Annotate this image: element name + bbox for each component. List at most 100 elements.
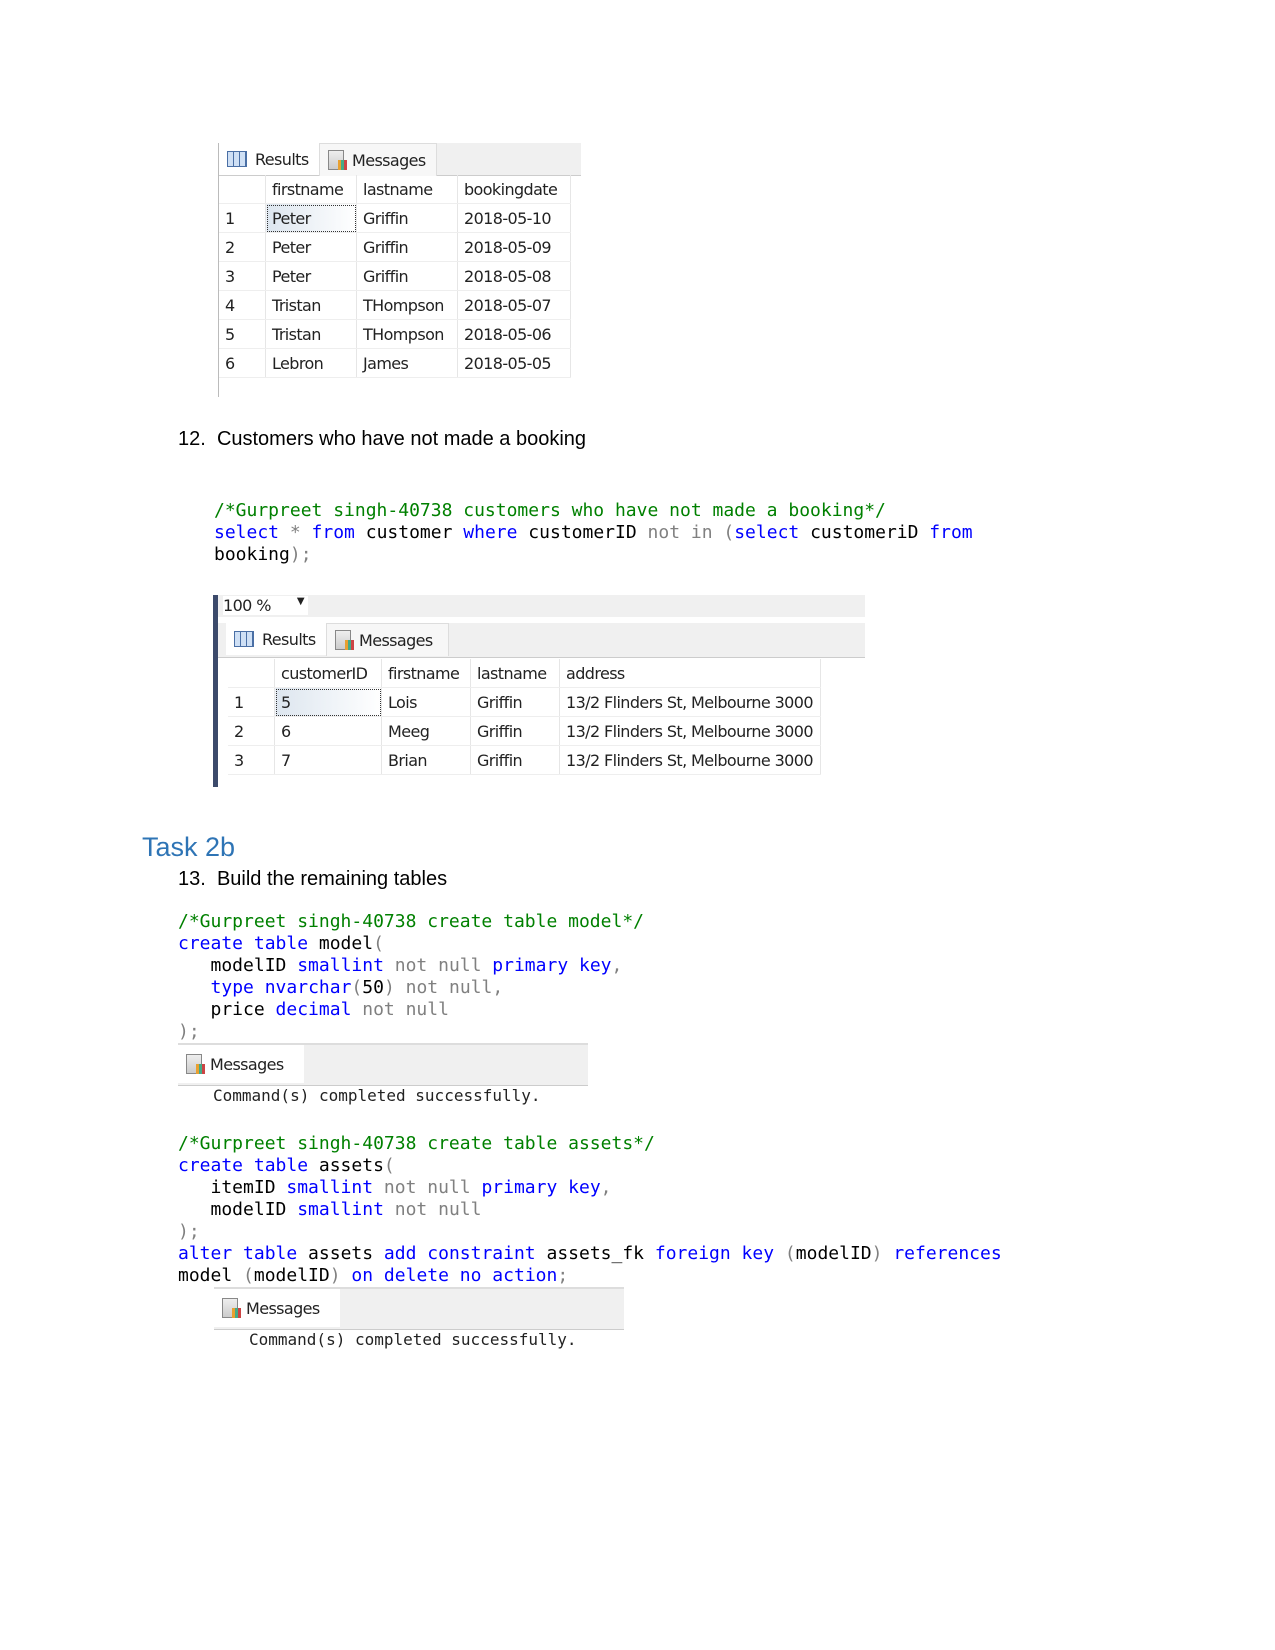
messages-panel: Messages (178, 1043, 588, 1086)
grid-cell[interactable]: Tristan (265, 319, 357, 349)
grid-cell[interactable]: James (356, 348, 458, 378)
table-row: 6 Lebron James 2018-05-05 (219, 348, 571, 378)
grid-cell[interactable]: 2018-05-05 (457, 348, 571, 378)
row-number: 1 (219, 203, 266, 233)
code-line: modelID smallint not null (178, 1199, 1002, 1221)
grid-cell[interactable]: 2018-05-06 (457, 319, 571, 349)
tab-results[interactable]: Results (226, 623, 334, 655)
grid-cell[interactable]: Lois (381, 687, 471, 717)
grid-cell[interactable]: THompson (356, 290, 458, 320)
tab-messages[interactable]: Messages (319, 143, 437, 176)
code-token: ( (383, 1155, 395, 1176)
grid-cell[interactable]: 2018-05-07 (457, 290, 571, 320)
row-number: 4 (219, 290, 266, 320)
grid-cell[interactable]: Griffin (470, 716, 560, 746)
code-token: itemID (178, 1177, 287, 1198)
code-token: select (734, 522, 800, 543)
table-row: 3 7 Brian Griffin 13/2 Flinders St, Melbourn… (228, 745, 821, 775)
grid-cell[interactable]: THompson (356, 319, 458, 349)
code-line: booking); (214, 544, 973, 566)
code-line: alter table assets add constraint assets… (178, 1243, 1002, 1265)
grid-cell[interactable]: 6 (274, 716, 382, 746)
grid-cell[interactable]: Griffin (470, 687, 560, 717)
grid-cell[interactable]: Tristan (265, 290, 357, 320)
row-number: 1 (228, 687, 275, 717)
grid-cell[interactable]: 7 (274, 745, 382, 775)
tab-label: Results (262, 629, 316, 649)
row-number: 6 (219, 348, 266, 378)
code-line: itemID smallint not null primary key, (178, 1177, 1002, 1199)
grid-cell[interactable]: Griffin (356, 203, 458, 233)
code-token: ); (178, 1221, 200, 1242)
code-token: ) (329, 1265, 341, 1286)
messages-output: Command(s) completed successfully. (249, 1330, 577, 1349)
grid-cell[interactable]: Peter (265, 203, 357, 233)
code-token: smallint (297, 1199, 384, 1220)
grid-cell[interactable]: Lebron (265, 348, 357, 378)
grid-cell[interactable]: Brian (381, 745, 471, 775)
code-token: ( (774, 1243, 796, 1264)
code-token: ; (557, 1265, 569, 1286)
code-line: type nvarchar(50) not null, (178, 977, 644, 999)
tab-label: Results (255, 149, 309, 169)
grid-cell[interactable]: 2018-05-08 (457, 261, 571, 291)
column-header: address (559, 659, 821, 688)
table-row: 2 Peter Griffin 2018-05-09 (219, 232, 571, 262)
results-grid: firstname lastname bookingdate 1 Peter Griffi… (219, 175, 571, 378)
code-token: where (463, 522, 518, 543)
code-token: customerID (517, 522, 648, 543)
column-header: firstname (265, 175, 357, 204)
code-token: model (178, 1265, 244, 1286)
tab-results[interactable]: Results (219, 143, 327, 175)
code-token: not null, (394, 977, 504, 998)
tab-messages[interactable]: Messages (326, 623, 449, 656)
code-line: price decimal not null (178, 999, 644, 1021)
code-token: foreign key (654, 1243, 775, 1264)
zoom-select[interactable]: 100 % ▼ (223, 596, 308, 615)
zoom-bar: 100 % ▼ (218, 595, 865, 617)
grid-cell[interactable]: 13/2 Flinders St, Melbourne 3000 (559, 745, 821, 775)
tab-messages[interactable]: Messages (214, 1289, 340, 1327)
chevron-down-icon: ▼ (296, 596, 305, 607)
zoom-level: 100 % (223, 596, 271, 615)
code-token: modelID (178, 955, 298, 976)
results-grid: customerID firstname lastname address 1 5 Lois… (228, 659, 821, 775)
code-token: assets_fk (535, 1243, 655, 1264)
code-token: alter table (178, 1243, 298, 1264)
grid-cell[interactable]: 13/2 Flinders St, Melbourne 3000 (559, 687, 821, 717)
grid-header-row: customerID firstname lastname address (228, 659, 821, 688)
grid-cell[interactable]: Griffin (356, 232, 458, 262)
code-token: , (611, 955, 623, 976)
grid-cell[interactable]: 2018-05-10 (457, 203, 571, 233)
grid-cell[interactable]: Peter (265, 232, 357, 262)
code-line: /*Gurpreet singh-40738 customers who hav… (214, 500, 973, 522)
grid-cell[interactable]: Peter (265, 261, 357, 291)
code-token: nvarchar (264, 977, 352, 998)
grid-cell[interactable]: Meeg (381, 716, 471, 746)
code-line: /*Gurpreet singh-40738 create table asse… (178, 1133, 1002, 1155)
row-number: 2 (228, 716, 275, 746)
code-token: primary key (492, 955, 612, 976)
code-token: ( (373, 933, 384, 954)
table-row: 1 Peter Griffin 2018-05-10 (219, 203, 571, 233)
column-header (228, 659, 275, 688)
code-token: references (893, 1243, 1002, 1264)
tab-label: Messages (210, 1054, 284, 1074)
code-token: modelID (795, 1243, 872, 1264)
code-token: from (311, 522, 355, 543)
list-text: Customers who have not made a booking (216, 428, 587, 450)
code-token: ( (351, 977, 363, 998)
grid-cell[interactable]: 13/2 Flinders St, Melbourne 3000 (559, 716, 821, 746)
column-header: lastname (356, 175, 458, 204)
code-token: ( (243, 1265, 254, 1286)
grid-cell[interactable]: 2018-05-09 (457, 232, 571, 262)
section-heading: Task 2b (142, 832, 236, 862)
grid-cell[interactable]: Griffin (470, 745, 560, 775)
grid-cell[interactable]: Griffin (356, 261, 458, 291)
code-token: not null (383, 955, 493, 976)
tab-messages[interactable]: Messages (178, 1045, 304, 1083)
grid-icon (234, 631, 254, 647)
grid-cell[interactable]: 5 (274, 687, 382, 717)
code-token: modelID (178, 1199, 298, 1220)
